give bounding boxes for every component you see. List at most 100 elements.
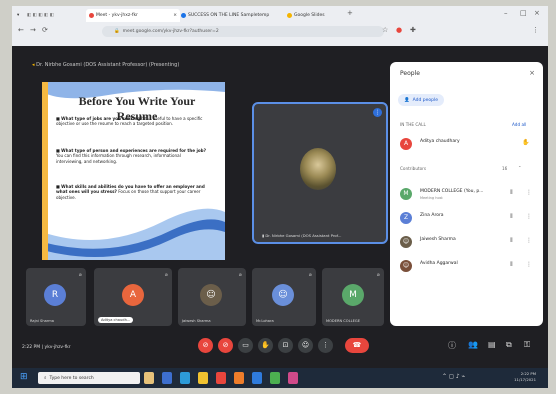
tab-meet[interactable]: Meet - ykv-jhxz-fkr × (86, 9, 180, 22)
participant-tile[interactable]: ⊘ M MODERN COLLEGE (322, 268, 384, 326)
close-window-icon[interactable]: × (534, 9, 540, 17)
mic-icon[interactable]: ⦀ (510, 189, 513, 197)
participant-row[interactable]: M MODERN COLLEGE (You, p... Meeting host… (398, 186, 538, 204)
new-tab-icon[interactable]: + (347, 9, 353, 17)
participant-role: Meeting host (420, 196, 443, 200)
present-button[interactable]: ⊡ (278, 338, 293, 353)
participant-name: Aditya chaudh... (98, 317, 134, 323)
contributors-count: 16 (502, 166, 508, 171)
participant-tile[interactable]: ⊘ A Aditya chaudh... (94, 268, 172, 326)
avatar: M (342, 284, 364, 306)
avatar: A (122, 284, 144, 306)
more-icon[interactable]: ⋮ (526, 237, 532, 244)
app-icon[interactable] (270, 372, 280, 384)
powerpoint-icon[interactable] (234, 372, 244, 384)
participant-row[interactable]: ☺ Jaiwesh Sharma ⦀ ⋮ (398, 234, 538, 252)
reactions-button[interactable]: ☺ (298, 338, 313, 353)
presenter-video (300, 148, 336, 190)
camera-toggle-button[interactable]: ⊘ (218, 338, 233, 353)
raise-hand-button[interactable]: ✋ (258, 338, 273, 353)
mic-toggle-button[interactable]: ⊘ (198, 338, 213, 353)
avatar: R (44, 284, 66, 306)
add-all-link[interactable]: Add all (512, 122, 526, 127)
lock-icon[interactable]: ⚿ (524, 340, 530, 350)
participant-name: Jaiwesh Sharma (420, 237, 456, 242)
mic-off-icon: ⊘ (238, 272, 242, 277)
participant-name: MODERN COLLEGE (326, 319, 360, 323)
panel-title: People (400, 70, 420, 77)
taskbar-search-input[interactable]: ⌕ Type here to search (38, 372, 140, 384)
address-bar[interactable]: 🔒 meet.google.com/ykv-jhzv-fkr?authuser=… (102, 26, 384, 37)
search-icon: ⌕ (44, 376, 47, 381)
add-people-button[interactable]: 👤 Add people (398, 94, 445, 106)
mic-icon[interactable]: ⦀ (510, 261, 513, 269)
task-view-icon[interactable] (162, 372, 172, 384)
chat-icon[interactable]: ▤ (488, 340, 496, 349)
minimize-icon[interactable]: – (504, 9, 508, 17)
extensions-icon[interactable]: ✚ (410, 26, 416, 34)
app-icon[interactable] (288, 372, 298, 384)
close-tab-icon[interactable]: × (173, 13, 177, 18)
presenting-icon: ◂ (32, 62, 35, 68)
section-label: IN THE CALL (400, 122, 426, 127)
maximize-icon[interactable]: □ (520, 9, 527, 17)
recording-icon[interactable]: ● (396, 26, 402, 34)
more-icon[interactable]: ⋮ (526, 261, 532, 268)
more-options-icon[interactable]: ⋮ (373, 108, 382, 117)
participant-tile[interactable]: ⊘ ☺ Jaiwesh Sharma (178, 268, 246, 326)
participant-name: Zina Arora (420, 213, 444, 218)
presenter-name: ▮ Dr. Nirbhe Gosami (DOS Assistant Prof.… (262, 233, 342, 238)
menu-icon[interactable]: ⋮ (532, 26, 539, 34)
more-icon[interactable]: ⋮ (526, 213, 532, 220)
activities-icon[interactable]: ⧉ (506, 340, 512, 350)
word-icon[interactable] (252, 372, 262, 384)
meeting-time: 2:22 PM | ykv-jhzv-fkr (22, 345, 71, 350)
reload-icon[interactable]: ⟳ (42, 26, 48, 34)
edge-icon[interactable] (180, 372, 190, 384)
mic-icon[interactable]: ⦀ (510, 237, 513, 245)
tab-samplestamp[interactable]: SUCCESS ON THE LINE Sampletemp (178, 9, 286, 22)
meet-window: ◂ Dr. Nirbhe Gosami (DOS Assistant Profe… (12, 46, 548, 368)
mic-off-icon: ⊘ (308, 272, 312, 277)
collapse-icon[interactable]: ⌃ (518, 165, 522, 170)
hand-icon: ✋ (522, 139, 530, 146)
participant-name: Avidha Aggarwal (420, 261, 458, 266)
lock-icon: 🔒 (114, 29, 120, 34)
star-icon[interactable]: ☆ (382, 26, 388, 34)
more-icon[interactable]: ⋮ (526, 189, 532, 196)
participant-tile[interactable]: ⊘ ☺ Mr.Lohara (252, 268, 316, 326)
presenter-camera-tile[interactable]: ⋮ ▮ Dr. Nirbhe Gosami (DOS Assistant Pro… (252, 102, 388, 244)
chrome-icon[interactable] (216, 372, 226, 384)
forward-icon[interactable]: → (30, 26, 36, 34)
avatar: ☺ (272, 284, 294, 306)
file-explorer-icon[interactable] (198, 372, 208, 384)
info-icon[interactable]: ⓘ (448, 340, 456, 351)
participant-row[interactable]: Z Zina Arora ⦀ ⋮ (398, 210, 538, 228)
presenter-title: ◂ Dr. Nirbhe Gosami (DOS Assistant Profe… (32, 62, 180, 68)
system-tray-icons[interactable]: ⌃ ◻ ♪ ⌁ (442, 373, 465, 380)
taskbar-clock[interactable]: 2:22 PM 11/17/2021 (514, 371, 536, 383)
app-icon[interactable] (144, 372, 154, 384)
back-icon[interactable]: ← (18, 26, 24, 34)
participant-row[interactable]: ☺ Avidha Aggarwal ⦀ ⋮ (398, 258, 538, 276)
participant-tile[interactable]: ⊘ R Rajni Sharma (26, 268, 86, 326)
pinned-tabs[interactable]: ◧ ◧ ◧ ◧ ◧ (24, 9, 90, 22)
meet-favicon-icon (89, 13, 94, 18)
section-label: Contributors (400, 166, 427, 171)
leave-call-button[interactable]: ☎ (345, 338, 369, 353)
taskbar: ⊞ ⌕ Type here to search ⌃ ◻ ♪ ⌁ 2:22 PM … (12, 368, 548, 388)
windows-start-icon[interactable]: ⊞ (20, 372, 28, 382)
participant-row[interactable]: A Aditya chaudhary ✋ (398, 136, 538, 154)
captions-button[interactable]: ▭ (238, 338, 253, 353)
slides-favicon-icon (287, 13, 292, 18)
tab-slides[interactable]: Google Slides (284, 9, 350, 22)
mic-on-icon: ▮ (262, 233, 265, 238)
more-options-button[interactable]: ⋮ (318, 338, 333, 353)
avatar: M (400, 188, 412, 200)
close-icon[interactable]: × (529, 69, 535, 77)
mic-icon[interactable]: ⦀ (510, 213, 513, 221)
avatar: A (400, 138, 412, 150)
slide-bullet: ■ What type of jobs are you seeking? It … (56, 116, 203, 127)
people-icon[interactable]: 👥 (468, 340, 478, 349)
participant-name: Rajni Sharma (30, 319, 54, 323)
